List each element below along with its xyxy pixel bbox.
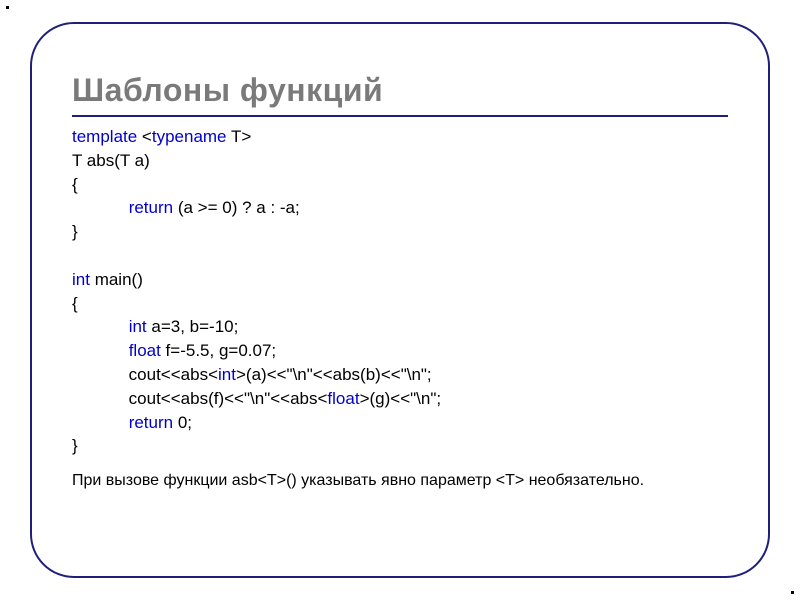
kw-float: float bbox=[327, 389, 359, 408]
kw-return: return bbox=[129, 413, 173, 432]
code-text: T abs(T a) bbox=[72, 151, 150, 170]
code-text: T> bbox=[227, 127, 252, 146]
footnote: При вызове функции asb<T>() указывать яв… bbox=[72, 472, 728, 490]
code-text: { bbox=[72, 294, 78, 313]
slide-frame: Шаблоны функций template <typename T> T … bbox=[30, 22, 770, 578]
code-text: f=-5.5, g=0.07; bbox=[161, 341, 276, 360]
kw-int: int bbox=[72, 270, 90, 289]
kw-int: int bbox=[218, 365, 236, 384]
kw-return: return bbox=[129, 198, 173, 217]
code-text: >(g)<<"\n"; bbox=[360, 389, 442, 408]
code-text: 0; bbox=[173, 413, 192, 432]
code-text: cout<<abs(f)<<"\n"<<abs< bbox=[72, 389, 327, 408]
slide-title: Шаблоны функций bbox=[72, 72, 728, 109]
code-indent bbox=[72, 317, 129, 336]
code-indent bbox=[72, 413, 129, 432]
kw-template: template bbox=[72, 127, 137, 146]
code-text: main() bbox=[90, 270, 143, 289]
title-rule bbox=[72, 115, 728, 117]
code-text: { bbox=[72, 175, 78, 194]
kw-typename: typename bbox=[152, 127, 227, 146]
code-indent bbox=[72, 341, 129, 360]
code-indent bbox=[72, 198, 129, 217]
code-text: } bbox=[72, 222, 78, 241]
code-text: (a >= 0) ? a : -a; bbox=[173, 198, 300, 217]
kw-float: float bbox=[129, 341, 161, 360]
kw-int: int bbox=[129, 317, 147, 336]
code-text: cout<<abs< bbox=[72, 365, 218, 384]
code-text: a=3, b=-10; bbox=[147, 317, 239, 336]
code-block: template <typename T> T abs(T a) { retur… bbox=[72, 125, 728, 458]
code-text: } bbox=[72, 436, 78, 455]
code-text: < bbox=[137, 127, 152, 146]
code-text: >(a)<<"\n"<<abs(b)<<"\n"; bbox=[236, 365, 432, 384]
